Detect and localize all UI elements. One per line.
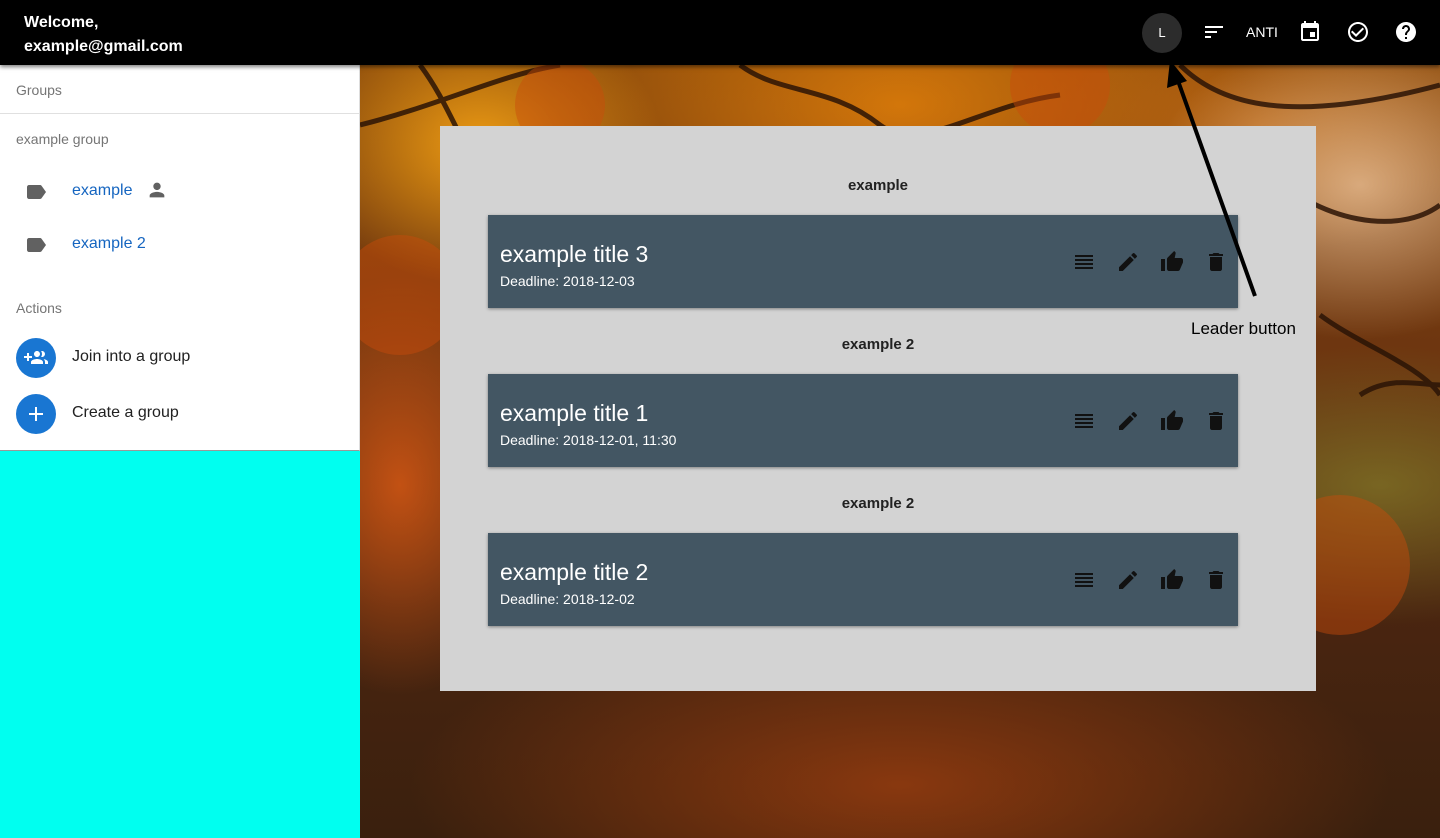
group-title: example: [847, 177, 909, 194]
check-circle-icon[interactable]: [1346, 20, 1370, 44]
anti-button[interactable]: ANTI: [1246, 24, 1278, 40]
join-group-button[interactable]: Join into a group: [0, 336, 359, 380]
task-title: example title 2: [500, 559, 649, 585]
sidebar-item-label: example: [72, 182, 133, 199]
group-title: example 2: [841, 495, 915, 512]
delete-icon[interactable]: [1204, 250, 1228, 274]
label-icon: [27, 238, 46, 252]
sidebar-item-label: example 2: [72, 235, 146, 252]
delete-icon[interactable]: [1204, 568, 1228, 592]
welcome-greeting: Welcome,: [24, 14, 99, 31]
calendar-icon[interactable]: [1298, 20, 1322, 44]
label-icon: [27, 185, 46, 199]
top-app-bar: Welcome, example@gmail.com L ANTI: [0, 0, 1440, 65]
task-card[interactable]: example title 3 Deadline: 2018-12-03: [488, 215, 1238, 308]
list-icon[interactable]: [1072, 250, 1096, 274]
thumb-up-icon[interactable]: [1160, 568, 1184, 592]
divider: [0, 113, 359, 114]
task-title: example title 3: [500, 241, 649, 267]
task-title: example title 1: [500, 400, 649, 426]
join-group-label: Join into a group: [72, 348, 191, 365]
task-list-card: example example title 3 Deadline: 2018-1…: [440, 126, 1316, 691]
sidebar-item-example-2[interactable]: example 2: [0, 225, 359, 265]
delete-icon[interactable]: [1204, 409, 1228, 433]
group-add-icon: [24, 351, 48, 364]
actions-header: Actions: [16, 300, 62, 316]
list-icon[interactable]: [1072, 409, 1096, 433]
create-group-button[interactable]: Create a group: [0, 392, 359, 436]
thumb-up-icon[interactable]: [1160, 409, 1184, 433]
edit-icon[interactable]: [1116, 409, 1140, 433]
group-title: example 2: [841, 336, 915, 353]
join-group-avatar: [16, 338, 56, 378]
list-icon[interactable]: [1072, 568, 1096, 592]
create-group-label: Create a group: [72, 404, 179, 421]
leader-button[interactable]: L: [1142, 13, 1182, 53]
task-card[interactable]: example title 2 Deadline: 2018-12-02: [488, 533, 1238, 626]
edit-icon[interactable]: [1116, 250, 1140, 274]
task-deadline: Deadline: 2018-12-02: [500, 591, 635, 607]
welcome-message: Welcome, example@gmail.com: [24, 11, 183, 59]
user-email: example@gmail.com: [24, 38, 183, 55]
person-icon: [149, 182, 165, 198]
sidebar-panel: Groups example group example example 2 A…: [0, 65, 360, 451]
help-icon[interactable]: [1394, 20, 1418, 44]
groups-header: Groups: [16, 82, 62, 98]
create-group-avatar: [16, 394, 56, 434]
annotation-label: Leader button: [1191, 319, 1296, 338]
thumb-up-icon[interactable]: [1160, 250, 1184, 274]
task-card[interactable]: example title 1 Deadline: 2018-12-01, 11…: [488, 374, 1238, 467]
task-deadline: Deadline: 2018-12-03: [500, 273, 635, 289]
add-icon: [29, 407, 43, 421]
sidebar-item-example[interactable]: example: [0, 172, 359, 212]
sort-icon[interactable]: [1202, 20, 1226, 44]
sidebar: Groups example group example example 2 A…: [0, 65, 360, 838]
edit-icon[interactable]: [1116, 568, 1140, 592]
task-deadline: Deadline: 2018-12-01, 11:30: [500, 432, 677, 448]
group-section-header: example group: [16, 131, 109, 147]
